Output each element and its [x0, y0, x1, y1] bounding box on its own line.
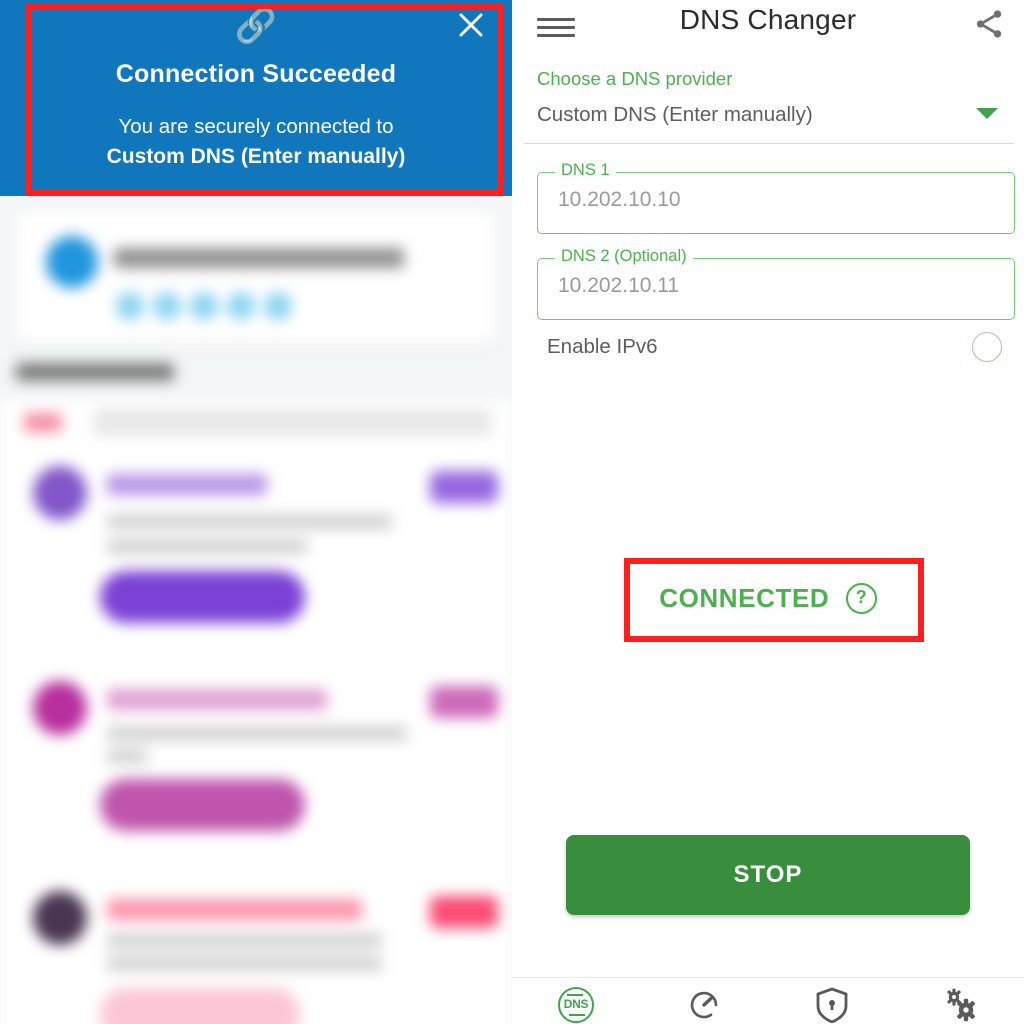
banner-title: Connection Succeeded: [115, 60, 397, 88]
status-badge: [430, 471, 498, 503]
left-panel-background-app: 🔗 Connection Succeeded You are securely …: [0, 0, 512, 1024]
provider-label: Choose a DNS provider: [537, 68, 733, 89]
connection-succeeded-banner: 🔗 Connection Succeeded You are securely …: [0, 0, 512, 196]
list-item-title: [107, 899, 362, 920]
avatar: [33, 681, 87, 735]
dns-circle-icon: DNS: [558, 987, 594, 1023]
star-icon[interactable]: [116, 292, 144, 320]
banner-subtitle: You are securely connected to Custom DNS…: [0, 112, 512, 172]
star-icon[interactable]: [153, 292, 181, 320]
list-item[interactable]: [0, 661, 512, 872]
bottom-navigation-bar: DNS: [512, 977, 1024, 1024]
enable-ipv6-label: Enable IPv6: [547, 335, 658, 358]
list-item-title: [107, 689, 327, 710]
list-item[interactable]: [0, 446, 512, 662]
banner-subtitle-line1: You are securely connected to: [118, 115, 394, 138]
shield-lock-icon: [816, 987, 848, 1023]
link-chain-icon: 🔗: [234, 7, 278, 45]
dns2-input[interactable]: 10.202.10.11: [558, 274, 679, 298]
list-item-description: [107, 514, 392, 529]
app-header: DNS Changer: [512, 0, 1024, 64]
list-item-description: [107, 933, 382, 948]
rating-card-title: [114, 248, 404, 268]
page-title: DNS Changer: [679, 4, 857, 35]
status-badge: [430, 686, 498, 718]
dns1-legend: DNS 1: [555, 161, 616, 180]
install-button[interactable]: [100, 779, 305, 831]
gears-settings-icon: [947, 988, 975, 1022]
status-badge: [430, 896, 498, 928]
star-rating[interactable]: [116, 292, 292, 320]
nav-item-settings[interactable]: [896, 978, 1024, 1024]
search-input[interactable]: [93, 409, 492, 436]
blurred-background-content: [0, 196, 512, 1024]
install-button[interactable]: [100, 988, 300, 1024]
dns1-field[interactable]: DNS 1 10.202.10.10: [537, 161, 1015, 234]
avatar: [33, 891, 87, 945]
divider: [524, 143, 1014, 144]
nav-item-speed-test[interactable]: [640, 978, 768, 1024]
dns2-legend: DNS 2 (Optional): [555, 247, 693, 266]
help-question-icon[interactable]: ?: [845, 583, 877, 614]
star-icon[interactable]: [190, 292, 218, 320]
suggestions-search-bar[interactable]: [0, 400, 512, 446]
nav-item-dns[interactable]: DNS: [512, 978, 640, 1024]
list-item-description: [107, 956, 382, 971]
badge: [24, 413, 62, 432]
provider-select-value[interactable]: Custom DNS (Enter manually): [537, 103, 813, 127]
nav-item-security[interactable]: [768, 978, 896, 1024]
close-icon[interactable]: [454, 8, 488, 42]
dns-changer-app: DNS Changer Choose a DNS provider Custom…: [512, 0, 1024, 1024]
status-text: CONNECTED: [659, 583, 830, 613]
avatar: [33, 466, 87, 520]
avatar: [46, 236, 98, 288]
enable-ipv6-row[interactable]: Enable IPv6: [512, 332, 1024, 368]
rating-card[interactable]: [16, 212, 496, 342]
dns1-input[interactable]: 10.202.10.10: [558, 188, 681, 212]
list-item-description: [107, 726, 407, 741]
install-button[interactable]: [100, 571, 305, 623]
app-screenshot: 🔗 Connection Succeeded You are securely …: [0, 0, 1024, 1024]
star-icon[interactable]: [227, 292, 255, 320]
list-item-description: [107, 539, 307, 554]
action-button-area: STOP: [512, 820, 1024, 930]
banner-subtitle-line2: Custom DNS (Enter manually): [106, 145, 406, 168]
list-item[interactable]: [0, 871, 512, 1024]
connection-status: CONNECTED ?: [512, 583, 1024, 614]
chevron-down-icon[interactable]: [976, 108, 998, 119]
dns2-field[interactable]: DNS 2 (Optional) 10.202.10.11: [537, 247, 1015, 320]
stop-button[interactable]: STOP: [566, 835, 970, 915]
list-item-title: [107, 474, 267, 495]
share-icon[interactable]: [972, 7, 1006, 41]
list-item-description: [107, 749, 147, 764]
star-icon[interactable]: [264, 292, 292, 320]
radio-unchecked-icon[interactable]: [972, 332, 1002, 362]
suggestions-heading: [16, 363, 174, 381]
speedometer-icon: [690, 991, 718, 1019]
